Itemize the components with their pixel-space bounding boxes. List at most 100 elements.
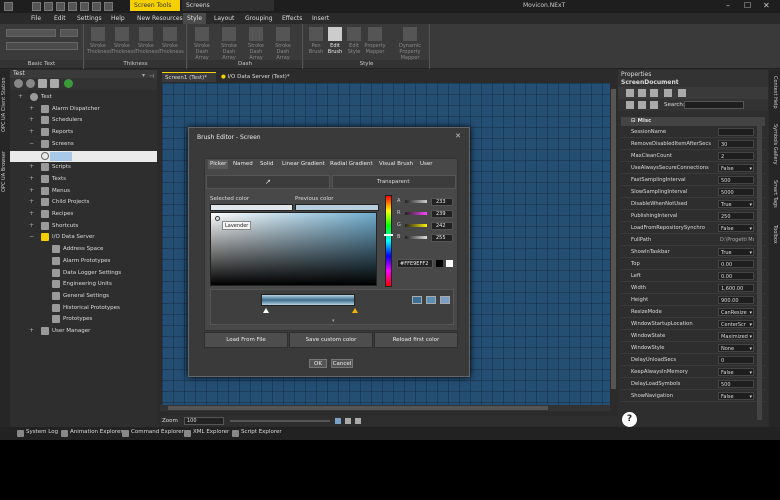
expander-icon[interactable]: +: [29, 211, 35, 217]
hue-thumb[interactable]: [384, 234, 393, 236]
menu-new-resources[interactable]: New Resources: [137, 15, 183, 22]
grid-toggle-icon[interactable]: [335, 418, 341, 424]
stroke-dash-array-button[interactable]: Stroke Dash Array: [272, 27, 294, 61]
menu-settings[interactable]: Settings: [77, 15, 102, 22]
expander-icon[interactable]: +: [29, 199, 35, 205]
expander-icon[interactable]: −: [29, 140, 35, 147]
color-picker-handle[interactable]: [215, 216, 220, 221]
expander-icon[interactable]: +: [29, 117, 35, 123]
linear-mode-icon[interactable]: [412, 296, 422, 304]
grid-icon[interactable]: [650, 89, 658, 97]
dropdown-icon[interactable]: ▾: [142, 72, 145, 79]
transparent-button[interactable]: Transparent: [332, 175, 456, 189]
channel-slider[interactable]: [405, 212, 427, 215]
tree-item[interactable]: Address Space: [10, 244, 157, 255]
tree-item[interactable]: + Scripts: [10, 162, 157, 173]
tree-item[interactable]: + Texts: [10, 174, 157, 185]
menu-help[interactable]: Help: [111, 15, 125, 22]
gradient-preview[interactable]: [261, 294, 355, 306]
black-swatch-icon[interactable]: [436, 260, 443, 267]
load-from-file-button[interactable]: Load From File: [204, 332, 288, 348]
color-spectrum-area[interactable]: Lavender: [210, 212, 377, 286]
tab-linear-gradient[interactable]: Linear Gradient: [280, 160, 327, 169]
save-custom-color-button[interactable]: Save custom color: [289, 332, 373, 348]
list-icon[interactable]: [678, 89, 686, 97]
radial-mode-icon[interactable]: [426, 296, 436, 304]
minimize-button[interactable]: –: [726, 1, 730, 10]
check-icon[interactable]: [626, 89, 634, 97]
reload-first-color-button[interactable]: Reload first color: [374, 332, 458, 348]
window-icon[interactable]: [638, 89, 646, 97]
property-value-input[interactable]: 0.00: [718, 260, 754, 268]
refresh-icon[interactable]: [14, 79, 23, 88]
tab-xml-explorer[interactable]: XML Explorer: [183, 429, 229, 438]
property-value-dropdown[interactable]: False: [718, 368, 754, 376]
side-tab-smart-tags[interactable]: Smart Tags: [770, 176, 778, 212]
property-value-input[interactable]: 30: [718, 140, 754, 148]
search-input[interactable]: [684, 101, 744, 109]
maximize-button[interactable]: ☐: [744, 1, 751, 10]
property-value-dropdown[interactable]: False: [718, 392, 754, 400]
tree-item[interactable]: + Menus: [10, 186, 157, 197]
tree-item[interactable]: Prototypes: [10, 314, 157, 325]
tree-item[interactable]: + Recipes: [10, 209, 157, 220]
font-size-dropdown[interactable]: [60, 29, 78, 37]
stroke-thickness-button[interactable]: Stroke Thickness: [159, 27, 184, 59]
tree-item[interactable]: + Shortcuts: [10, 221, 157, 232]
property-value-dropdown[interactable]: False: [718, 164, 754, 172]
save-icon[interactable]: [56, 2, 65, 11]
expander-icon[interactable]: +: [29, 175, 35, 182]
white-swatch-icon[interactable]: [446, 260, 453, 267]
hue-slider[interactable]: [384, 195, 393, 287]
gradient-stop-start[interactable]: [263, 308, 269, 313]
save-all-icon[interactable]: [68, 2, 77, 11]
channel-value-input[interactable]: 239: [431, 210, 453, 218]
expander-icon[interactable]: +: [18, 94, 24, 100]
menu-effects[interactable]: Effects: [282, 15, 302, 22]
eyedropper-button[interactable]: ↗: [206, 175, 330, 189]
property-value-dropdown[interactable]: True: [718, 200, 754, 208]
menu-edit[interactable]: Edit: [54, 15, 66, 22]
tab-animation-explorer[interactable]: Animation Explorer: [60, 429, 123, 438]
tab-solid[interactable]: Solid: [258, 160, 275, 169]
tree-item[interactable]: [10, 150, 157, 162]
sort-alpha-icon[interactable]: [650, 101, 658, 109]
side-tab-context-help[interactable]: Context Help: [770, 72, 778, 112]
copy-icon[interactable]: [38, 79, 47, 88]
tree-item[interactable]: Data Logger Settings: [10, 268, 157, 279]
expander-icon[interactable]: +: [29, 129, 35, 135]
property-mapper-button[interactable]: Property Mapper: [364, 27, 386, 59]
tree-item[interactable]: − Screens: [10, 139, 157, 150]
expander-icon[interactable]: +: [29, 187, 35, 194]
property-value-dropdown[interactable]: True: [718, 248, 754, 256]
tab-radial-gradient[interactable]: Radial Gradient: [328, 160, 375, 169]
gradient-stop-end[interactable]: [352, 308, 358, 313]
tree-item[interactable]: Alarm Prototypes: [10, 256, 157, 267]
reverse-gradient-icon[interactable]: [440, 296, 450, 304]
tree-item[interactable]: Engineering Units: [10, 279, 157, 290]
add-icon[interactable]: [64, 79, 73, 88]
property-value-dropdown[interactable]: False: [718, 224, 754, 232]
canvas-horizontal-scrollbar[interactable]: [160, 405, 610, 411]
channel-slider[interactable]: [405, 200, 427, 203]
tab-command-explorer[interactable]: Command Explorer: [121, 429, 184, 438]
cancel-button[interactable]: Cancel: [331, 359, 353, 368]
dynamic-property-mapper-button[interactable]: Dynamic Property Mapper: [392, 27, 428, 61]
stroke-thickness-button[interactable]: Stroke Thickness: [111, 27, 136, 59]
expander-icon[interactable]: +: [29, 328, 35, 334]
property-value-dropdown[interactable]: None: [718, 344, 754, 352]
tree-item[interactable]: + User Manager: [10, 326, 157, 337]
tab-screen1[interactable]: Screen1 (Test)*: [162, 72, 216, 82]
text-format-buttons[interactable]: [6, 42, 78, 50]
delete-icon[interactable]: [26, 79, 35, 88]
undo-icon[interactable]: [80, 2, 89, 11]
tree-item[interactable]: + Test: [10, 92, 157, 103]
tree-item[interactable]: + Child Projects: [10, 197, 157, 208]
tree-item[interactable]: + Reports: [10, 127, 157, 138]
canvas-vertical-scrollbar[interactable]: [610, 83, 617, 405]
tab-script-explorer[interactable]: Script Explorer: [231, 429, 282, 438]
expander-icon[interactable]: +: [29, 105, 35, 112]
category-header[interactable]: ⊟ Misc: [621, 117, 765, 126]
stroke-dash-array-button[interactable]: Stroke Dash Array: [191, 27, 213, 61]
property-value-dropdown[interactable]: Maximized: [718, 332, 754, 340]
